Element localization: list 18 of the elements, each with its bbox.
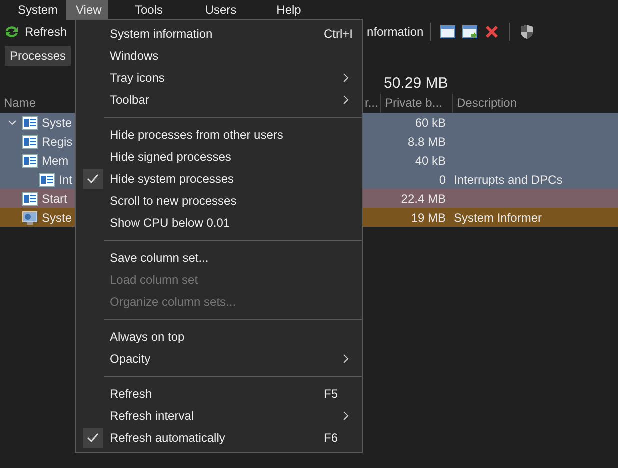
process-name: Int	[59, 172, 72, 186]
private-bytes-cell-text: 60 kB	[414, 116, 447, 130]
process-name: Syste	[42, 210, 72, 224]
private-bytes-cell-text: 22.4 MB	[400, 192, 447, 206]
private-bytes-cell-text: 8.8 MB	[406, 134, 447, 148]
process-name: Syste	[42, 116, 72, 130]
private-bytes-cell-text: 0	[438, 172, 447, 186]
description-cell-text: System Informer	[453, 210, 544, 224]
shortcut-text: F5	[324, 387, 340, 401]
shortcut-text: F6	[324, 431, 340, 445]
shortcut-text: Ctrl+I	[324, 27, 354, 41]
process-name: Mem	[42, 154, 69, 168]
private-bytes-cell-text: 19 MB	[410, 210, 447, 224]
description-cell-text: Interrupts and DPCs	[453, 172, 564, 186]
process-name: Regis	[42, 134, 73, 148]
private-bytes-cell-text: 40 kB	[414, 154, 447, 168]
total-private-bytes: 50.29 MB	[383, 74, 450, 94]
process-name: Start	[42, 192, 68, 206]
